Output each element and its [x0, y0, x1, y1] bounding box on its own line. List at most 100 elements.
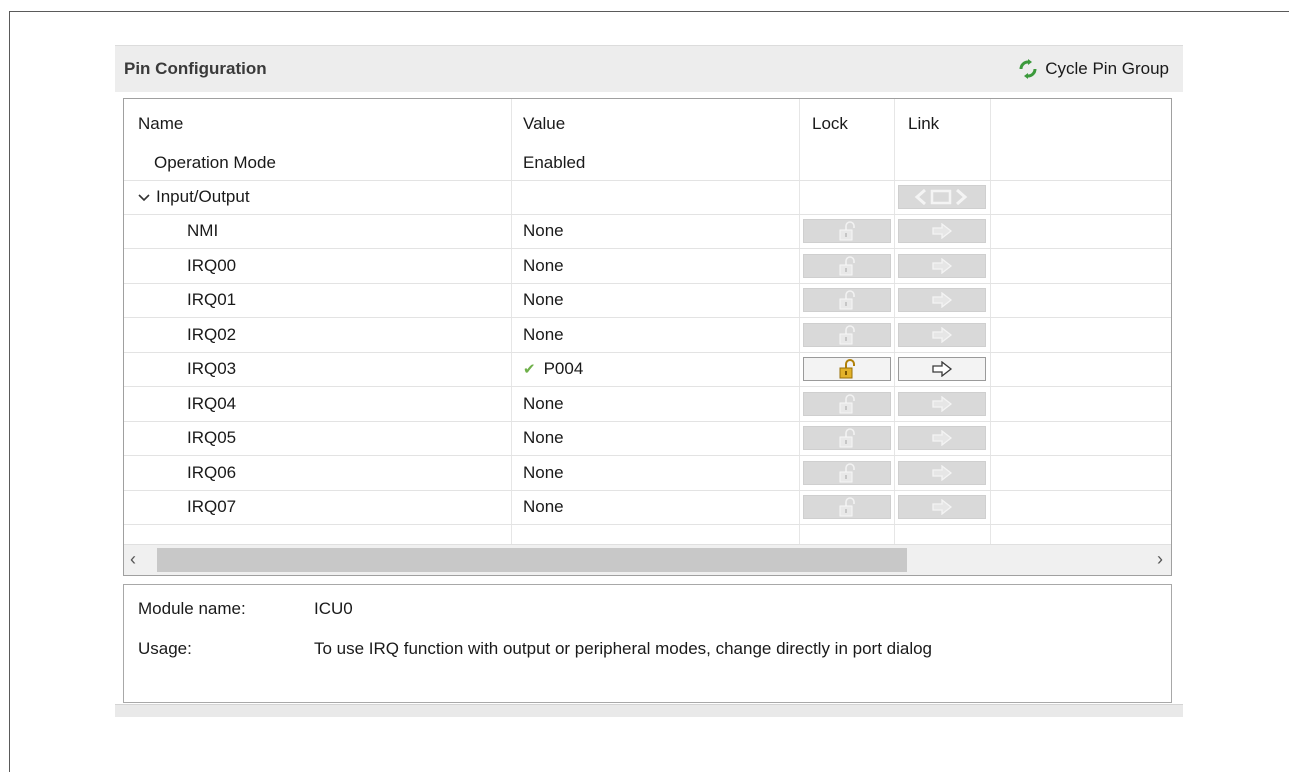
group-name: Input/Output [156, 187, 250, 206]
pin-name: IRQ05 [187, 428, 237, 447]
column-header-value[interactable]: Value [523, 107, 565, 141]
cycle-arrows-icon [1017, 58, 1039, 80]
link-button [898, 219, 986, 243]
link-button [898, 391, 986, 416]
pin-value-text: None [523, 393, 564, 413]
row-value[interactable]: Enabled [523, 146, 585, 180]
scroll-left-icon[interactable]: ‹ [130, 549, 136, 570]
arrow-right-icon [932, 292, 953, 308]
chevron-down-icon[interactable] [138, 180, 150, 214]
arrow-right-icon [932, 499, 953, 515]
usage-value: To use IRQ function with output or perip… [314, 639, 933, 658]
link-button [898, 253, 986, 278]
link-button [898, 460, 986, 485]
pin-value[interactable]: ✔ P004 [523, 352, 583, 386]
pin-name: IRQ06 [187, 462, 237, 482]
column-header-name[interactable]: Name [138, 107, 183, 141]
pin-value[interactable]: None [523, 283, 564, 317]
link-button [898, 322, 986, 347]
arrow-right-icon [932, 464, 953, 481]
padlock-icon [839, 221, 855, 241]
link-group-button [898, 185, 986, 209]
table-row-operation-mode[interactable]: Operation Mode Enabled [124, 146, 1171, 181]
usage-label: Usage: [138, 639, 192, 658]
padlock-icon [839, 290, 855, 310]
table-row[interactable]: IRQ01 None [124, 283, 1171, 318]
pin-name: IRQ03 [187, 359, 237, 378]
arrow-right-icon [932, 430, 953, 446]
pin-value[interactable]: None [523, 214, 564, 248]
padlock-icon [839, 324, 855, 344]
panel-header: Pin Configuration Cycle Pin Group [115, 45, 1183, 92]
arrow-right-icon [932, 257, 953, 274]
horizontal-scrollbar[interactable]: ‹ › [124, 544, 1171, 575]
pin-name: IRQ07 [187, 497, 237, 516]
pin-value-text: None [523, 221, 564, 240]
column-header-lock[interactable]: Lock [812, 107, 848, 141]
scroll-right-icon[interactable]: › [1157, 549, 1163, 570]
link-button [898, 288, 986, 312]
pin-value[interactable]: None [523, 249, 564, 283]
table-row[interactable]: IRQ00 None [124, 249, 1171, 284]
link-button [898, 426, 986, 450]
padlock-icon [839, 359, 855, 379]
arrow-right-icon [932, 223, 953, 239]
padlock-icon [839, 255, 855, 275]
pin-value[interactable]: None [523, 387, 564, 421]
scrollbar-thumb[interactable] [157, 548, 907, 572]
pin-name: NMI [187, 221, 219, 240]
column-header-link[interactable]: Link [908, 107, 939, 141]
arrow-right-icon [932, 395, 953, 412]
padlock-icon [839, 462, 855, 482]
lock-button [803, 288, 891, 312]
module-name-value: ICU0 [314, 599, 353, 618]
lock-button [803, 322, 891, 347]
cycle-pin-group-label: Cycle Pin Group [1045, 59, 1169, 78]
pin-name: IRQ04 [187, 393, 237, 413]
lock-button [803, 460, 891, 485]
table-row[interactable]: IRQ04 None [124, 387, 1171, 422]
pin-name: IRQ02 [187, 324, 237, 344]
table-row-input-output-group[interactable]: Input/Output [124, 180, 1171, 215]
pin-value[interactable]: None [523, 456, 564, 490]
pin-value-text: None [523, 462, 564, 482]
lock-button [803, 219, 891, 243]
link-button [898, 495, 986, 519]
pin-value-text: None [523, 324, 564, 344]
padlock-icon [839, 428, 855, 448]
pin-value-text: None [523, 255, 564, 275]
pin-table: Name Value Lock Link Operation Mode Enab… [123, 98, 1172, 576]
table-row[interactable]: NMI None [124, 214, 1171, 249]
table-row[interactable]: IRQ06 None [124, 456, 1171, 491]
row-name: Operation Mode [154, 153, 276, 172]
table-row[interactable]: IRQ05 None [124, 421, 1171, 456]
pin-value-text: None [523, 428, 564, 447]
pin-name: IRQ00 [187, 255, 237, 275]
module-name-label: Module name: [138, 599, 246, 618]
panel-bottom-bar [115, 704, 1183, 717]
module-info-panel: Module name: ICU0 Usage: To use IRQ functi… [123, 584, 1172, 703]
pin-value[interactable]: None [523, 318, 564, 352]
panel-title: Pin Configuration [124, 59, 267, 78]
usage-row: Usage: To use IRQ function with output or… [138, 639, 932, 659]
arrow-right-icon [932, 361, 953, 377]
table-row[interactable]: IRQ02 None [124, 318, 1171, 353]
module-name-row: Module name: ICU0 [138, 599, 353, 619]
lock-button [803, 426, 891, 450]
pin-value-text: None [523, 290, 564, 309]
pin-value[interactable]: None [523, 421, 564, 455]
padlock-icon [839, 497, 855, 517]
lock-button [803, 391, 891, 416]
pin-value-text: None [523, 497, 564, 516]
table-row[interactable]: IRQ07 None [124, 490, 1171, 525]
link-button[interactable] [898, 357, 986, 381]
lock-button[interactable] [803, 357, 891, 381]
table-header-row: Name Value Lock Link [124, 107, 1171, 141]
pin-value[interactable]: None [523, 490, 564, 524]
padlock-icon [839, 393, 855, 413]
table-row[interactable]: IRQ03 ✔ P004 [124, 352, 1171, 387]
pin-name: IRQ01 [187, 290, 237, 309]
arrow-right-icon [932, 326, 953, 343]
lock-button [803, 495, 891, 519]
cycle-pin-group-button[interactable]: Cycle Pin Group [1017, 56, 1169, 82]
